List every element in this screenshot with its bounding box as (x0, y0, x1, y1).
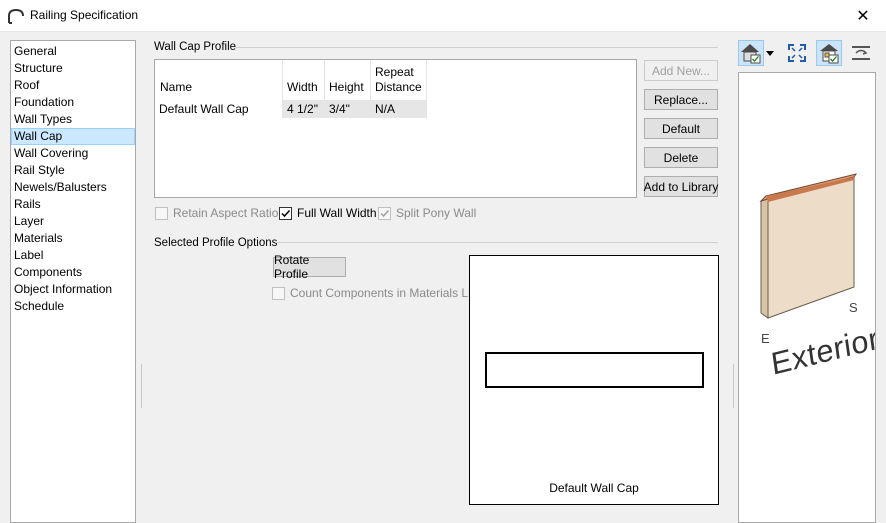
split-pony-wall-option[interactable]: Split Pony Wall (378, 205, 476, 221)
full-wall-width-checkbox[interactable] (279, 206, 292, 220)
profile-preview-caption: Default Wall Cap (549, 481, 639, 495)
profile-shape (485, 352, 704, 388)
default-button[interactable]: Default (644, 118, 718, 139)
category-nav-list[interactable]: General Structure Roof Foundation Wall T… (10, 40, 136, 523)
count-components-checkbox[interactable] (272, 286, 285, 300)
cell-repeat-distance: N/A (371, 100, 427, 118)
wall-side-face (760, 198, 769, 319)
cell-name: Default Wall Cap (159, 102, 249, 116)
app-arch-icon (8, 8, 24, 24)
section-divider (275, 242, 718, 243)
nav-item-foundation[interactable]: Foundation (11, 94, 135, 111)
nav-item-wall-covering[interactable]: Wall Covering (11, 145, 135, 162)
cell-width: 4 1/2" (283, 100, 325, 118)
view-toolbar (738, 40, 878, 66)
retain-aspect-ratio-label: Retain Aspect Ratio (173, 206, 279, 220)
right-splitter-grip[interactable] (733, 364, 734, 408)
column-header-repeat[interactable]: Repeat (375, 65, 414, 80)
retain-aspect-ratio-checkbox[interactable] (155, 206, 168, 220)
fill-window-icon (788, 44, 806, 62)
rotate-profile-button[interactable]: Rotate Profile (273, 253, 346, 281)
wall-cap-profile-heading: Wall Cap Profile (154, 41, 237, 53)
full-wall-width-label: Full Wall Width (297, 206, 377, 220)
add-to-library-button[interactable]: Add to Library (644, 176, 718, 197)
show-surroundings-icon (820, 44, 839, 64)
nav-item-newels-balusters[interactable]: Newels/Balusters (11, 179, 135, 196)
close-icon: ✕ (856, 7, 870, 25)
column-header-distance[interactable]: Distance (375, 80, 422, 95)
full-wall-width-option[interactable]: Full Wall Width (279, 205, 377, 221)
add-new-button[interactable]: Add New... (644, 60, 718, 81)
replace-button[interactable]: Replace... (644, 89, 718, 110)
window-title: Railing Specification (30, 8, 139, 22)
checkmark-icon (281, 209, 291, 217)
column-header-name[interactable]: Name (160, 80, 192, 95)
camera-type-icon (741, 44, 761, 64)
section-divider (236, 47, 718, 48)
compass-label-e: E (761, 331, 770, 346)
nav-item-label[interactable]: Label (11, 247, 135, 264)
title-bar: Railing Specification ✕ (0, 0, 886, 32)
nav-item-components[interactable]: Components (11, 264, 135, 281)
nav-item-materials[interactable]: Materials (11, 230, 135, 247)
count-components-option[interactable]: Count Components in Materials List (272, 285, 480, 301)
cell-height: 3/4" (325, 100, 371, 118)
column-header-height[interactable]: Height (329, 80, 364, 95)
pan-rotate-icon (852, 46, 870, 60)
selected-profile-options-heading: Selected Profile Options (154, 237, 278, 249)
nav-item-layer[interactable]: Layer (11, 213, 135, 230)
nav-item-rails[interactable]: Rails (11, 196, 135, 213)
retain-aspect-ratio-option[interactable]: Retain Aspect Ratio (155, 205, 278, 221)
count-components-label: Count Components in Materials List (290, 286, 481, 300)
dropdown-arrow-icon (766, 50, 774, 56)
close-button[interactable]: ✕ (840, 0, 886, 31)
profile-preview-panel: Default Wall Cap (469, 255, 719, 505)
nav-item-roof[interactable]: Roof (11, 77, 135, 94)
nav-item-schedule[interactable]: Schedule (11, 298, 135, 315)
camera-type-button[interactable] (738, 40, 764, 66)
nav-item-object-information[interactable]: Object Information (11, 281, 135, 298)
camera-type-dropdown[interactable] (764, 40, 776, 66)
checkmark-icon (380, 209, 390, 217)
split-pony-wall-label: Split Pony Wall (396, 206, 477, 220)
compass-label-s: S (849, 300, 858, 315)
nav-item-wall-cap[interactable]: Wall Cap (11, 128, 135, 145)
show-surroundings-button[interactable] (816, 40, 842, 66)
delete-button[interactable]: Delete (644, 147, 718, 168)
nav-item-structure[interactable]: Structure (11, 60, 135, 77)
pan-rotate-button[interactable] (848, 40, 874, 66)
fill-window-button[interactable] (784, 40, 810, 66)
wall-cap-3d-model (759, 173, 858, 319)
nav-item-wall-types[interactable]: Wall Types (11, 111, 135, 128)
wall-cap-profile-table[interactable]: Name Width Height Repeat Distance Defaul… (154, 59, 637, 198)
nav-item-general[interactable]: General (11, 43, 135, 60)
nav-item-rail-style[interactable]: Rail Style (11, 162, 135, 179)
column-header-width[interactable]: Width (287, 80, 318, 95)
left-splitter-grip[interactable] (141, 364, 142, 408)
3d-preview-viewport[interactable]: S E Exterior (738, 72, 876, 523)
split-pony-wall-checkbox[interactable] (378, 206, 391, 220)
